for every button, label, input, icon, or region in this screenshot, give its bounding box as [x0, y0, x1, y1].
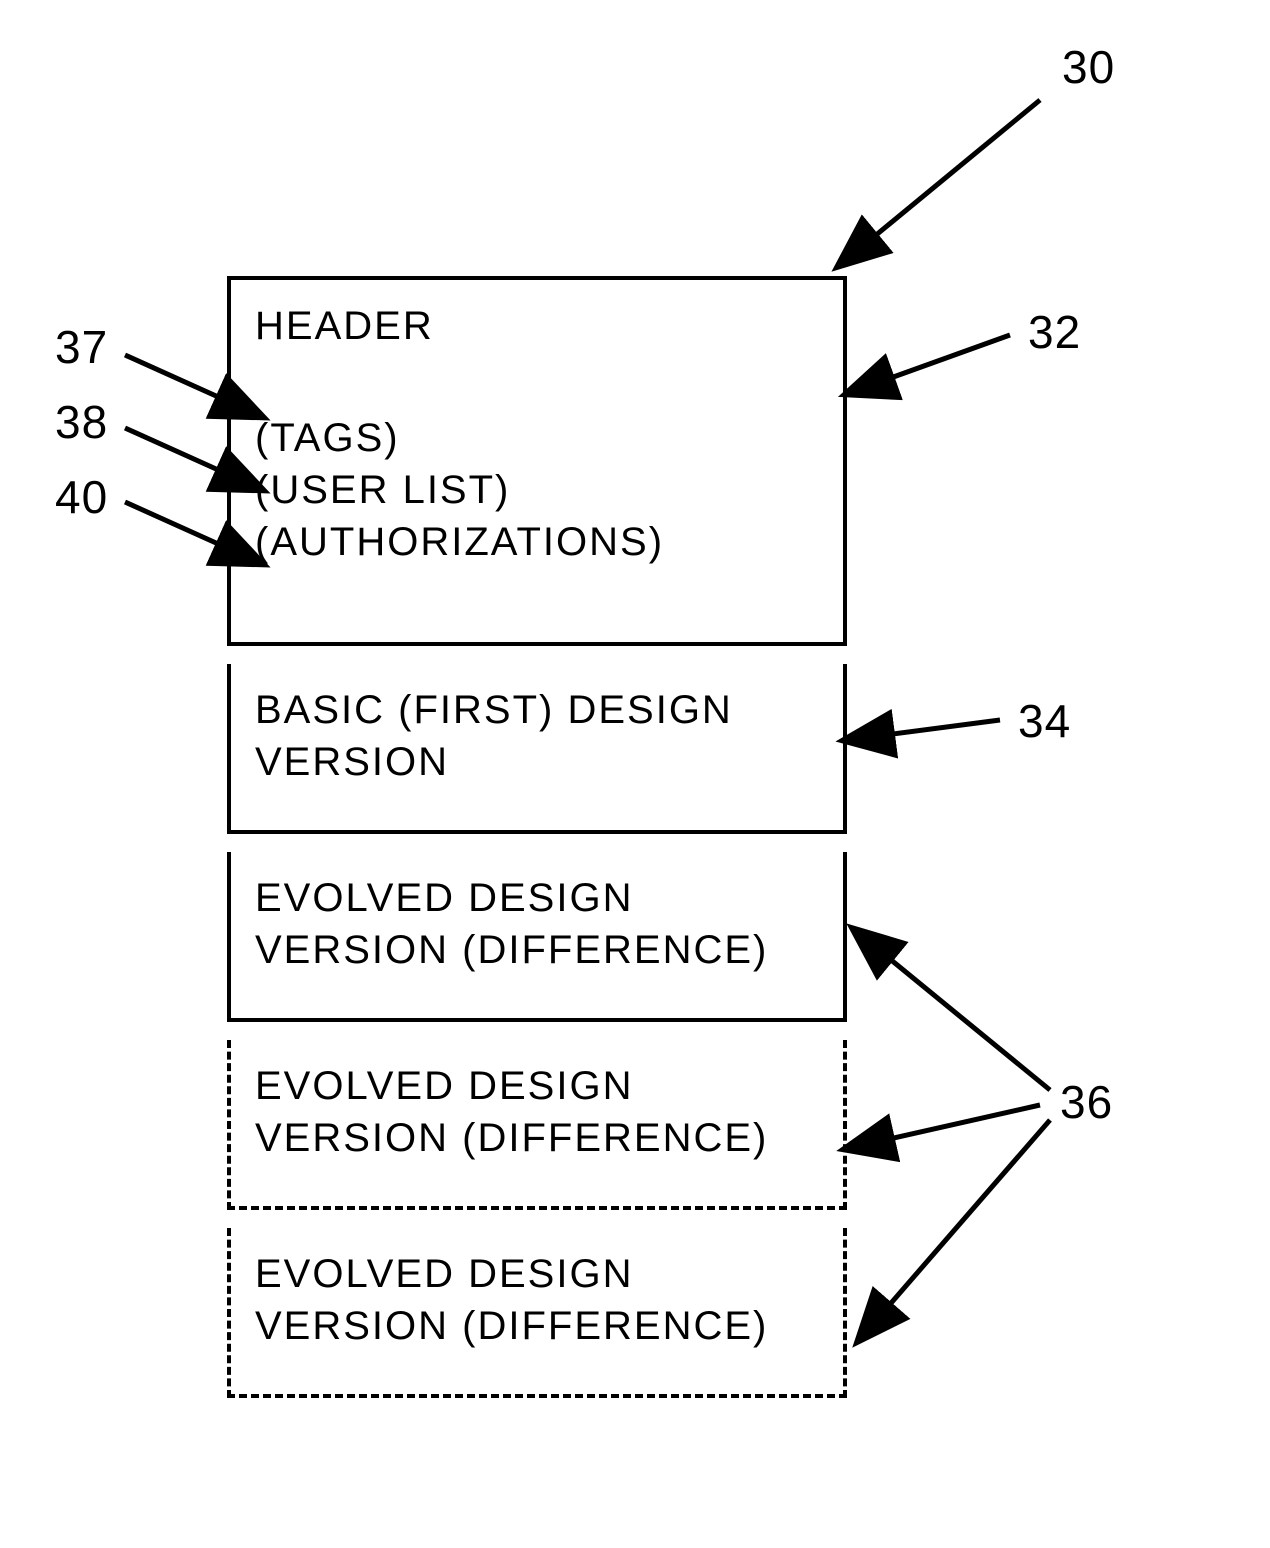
header-title: HEADER	[255, 300, 819, 352]
header-authorizations: (AUTHORIZATIONS)	[255, 516, 819, 568]
evolved3-text: EVOLVED DESIGN VERSION (DIFFERENCE)	[255, 1248, 819, 1352]
block-evolved-3: EVOLVED DESIGN VERSION (DIFFERENCE)	[227, 1228, 847, 1398]
block-basic: BASIC (FIRST) DESIGN VERSION	[227, 664, 847, 834]
arrow-32	[855, 325, 1035, 405]
label-37: 37	[55, 320, 108, 374]
arrow-36a	[860, 935, 1080, 1115]
label-30: 30	[1062, 40, 1115, 94]
arrow-36c	[860, 1115, 1080, 1335]
block-header: HEADER (TAGS) (USER LIST) (AUTHORIZATION…	[227, 276, 847, 646]
evolved2-text: EVOLVED DESIGN VERSION (DIFFERENCE)	[255, 1060, 819, 1164]
block-evolved-1: EVOLVED DESIGN VERSION (DIFFERENCE)	[227, 852, 847, 1022]
arrow-30	[820, 90, 1060, 270]
evolved1-text: EVOLVED DESIGN VERSION (DIFFERENCE)	[255, 872, 819, 976]
label-34: 34	[1018, 694, 1071, 748]
label-38: 38	[55, 395, 108, 449]
label-32: 32	[1028, 305, 1081, 359]
header-userlist: (USER LIST)	[255, 464, 819, 516]
header-tags: (TAGS)	[255, 412, 819, 464]
block-evolved-2: EVOLVED DESIGN VERSION (DIFFERENCE)	[227, 1040, 847, 1210]
basic-text: BASIC (FIRST) DESIGN VERSION	[255, 684, 819, 788]
arrow-34	[860, 705, 1020, 755]
label-40: 40	[55, 470, 108, 524]
